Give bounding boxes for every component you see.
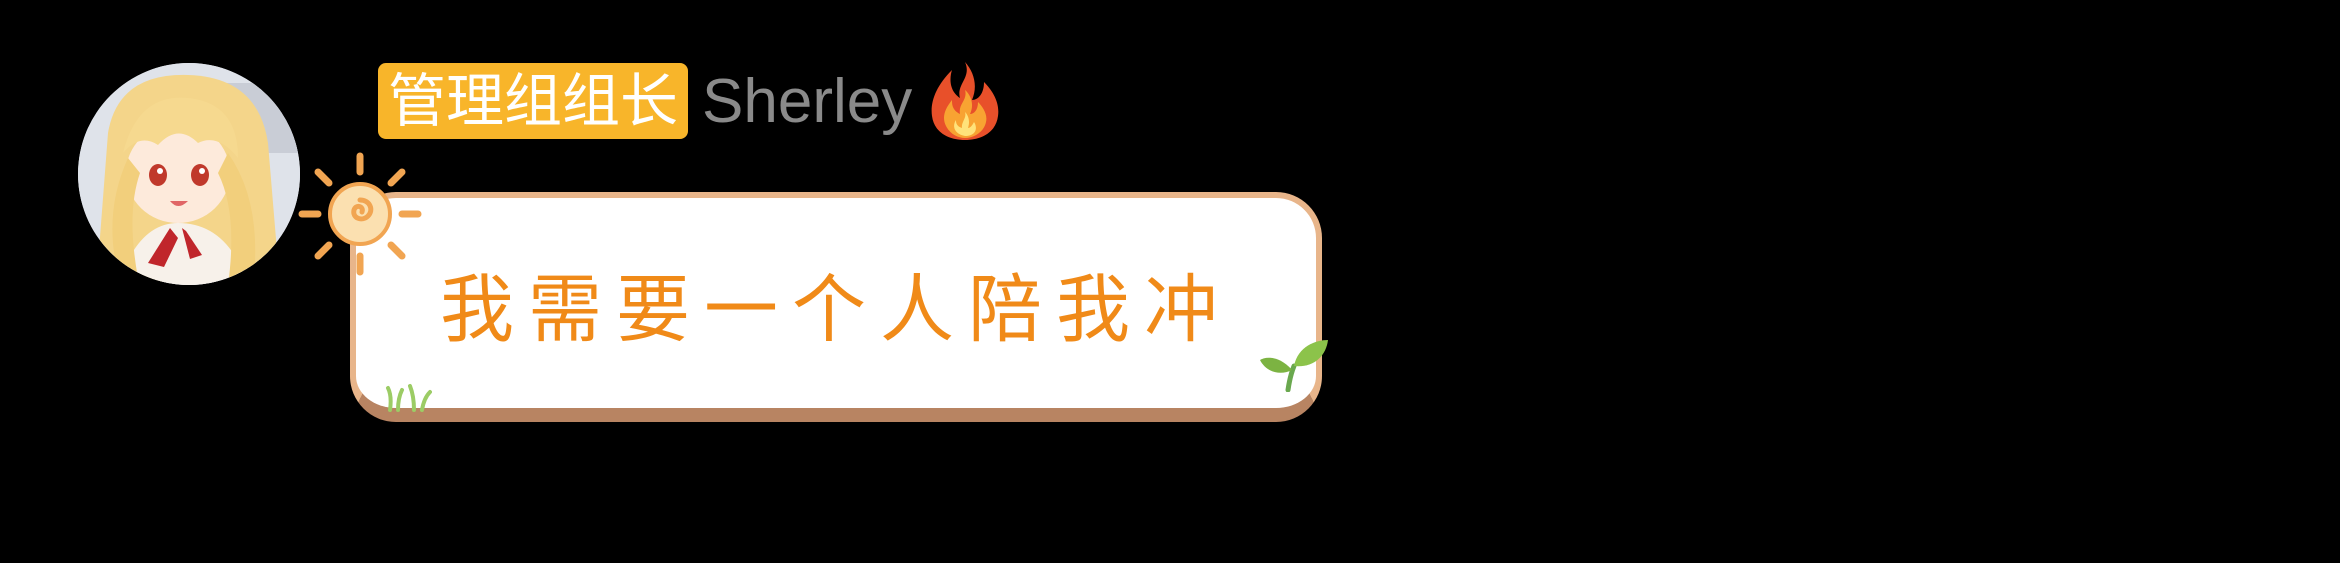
sender-name[interactable]: Sherley xyxy=(702,66,912,137)
sender-row: 管理组组长 Sherley xyxy=(378,62,1004,140)
role-badge: 管理组组长 xyxy=(378,63,689,139)
message-text: 我需要一个人陪我冲 xyxy=(440,267,1232,353)
avatar[interactable] xyxy=(78,63,300,285)
anime-girl-avatar-icon xyxy=(78,63,300,285)
message-bubble[interactable]: 我需要一个人陪我冲 xyxy=(350,192,1322,422)
sprout-icon xyxy=(1260,340,1328,392)
message-bubble-wrapper: 我需要一个人陪我冲 xyxy=(296,150,1336,440)
fire-icon xyxy=(931,62,999,140)
sun-icon xyxy=(298,152,422,276)
grass-icon xyxy=(386,384,432,412)
